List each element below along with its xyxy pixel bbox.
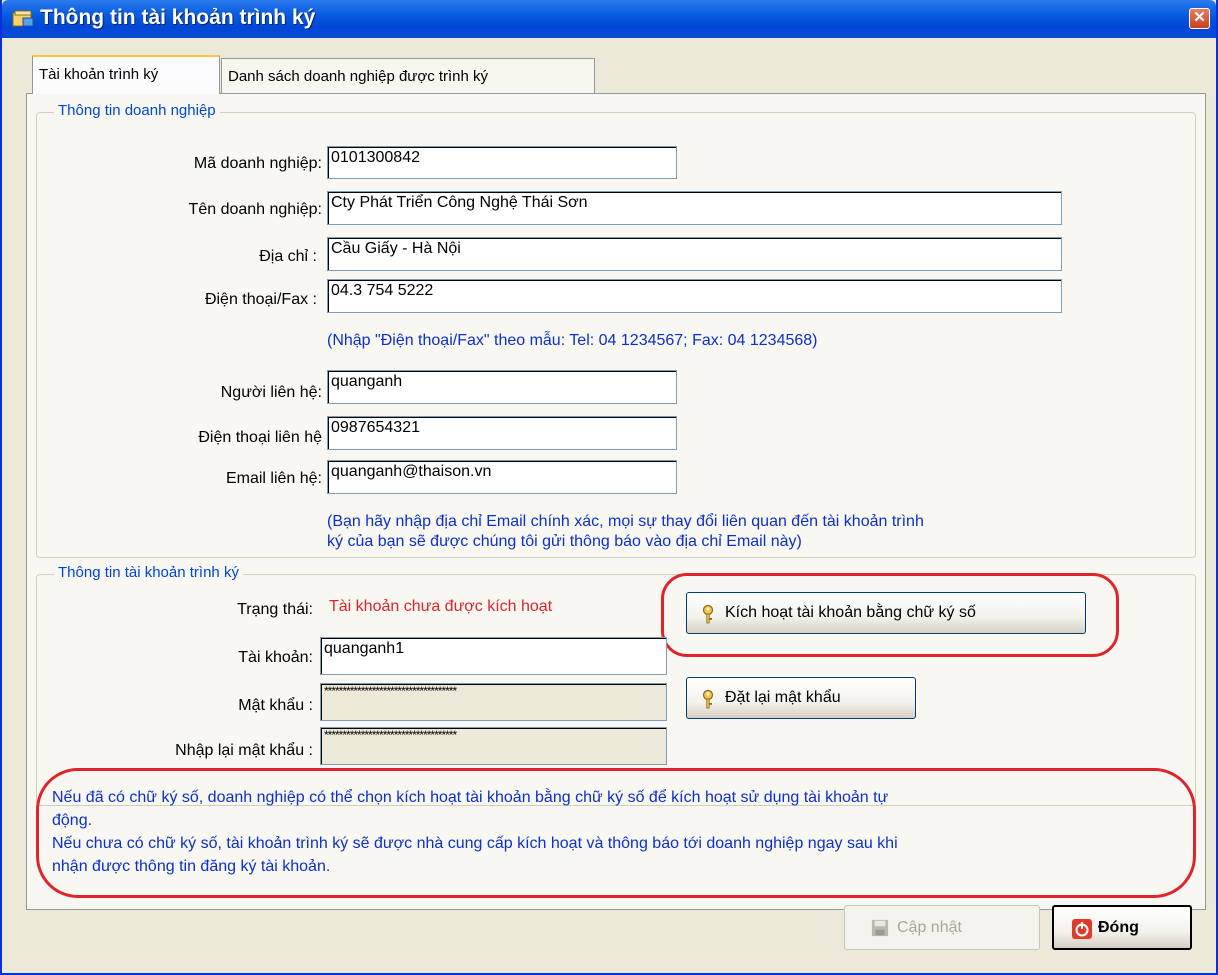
company-name-field[interactable]: Cty Phát Triển Công Nghệ Thái Sơn (327, 191, 1062, 225)
notice-line4: nhận được thông tin đăng ký tài khoản. (52, 858, 331, 875)
phone-fax-label: Điện thoại/Fax : (204, 291, 317, 308)
notice-line3: Nếu chưa có chữ ký số, tài khoản trình k… (52, 835, 898, 852)
window-icon (12, 10, 34, 27)
key-icon (702, 689, 714, 709)
confirm-password-field[interactable]: ************************************ (320, 727, 667, 765)
company-name-label: Tên doanh nghiệp: (188, 201, 322, 218)
username-label: Tài khoản: (238, 649, 313, 666)
update-button-label: Cập nhật (897, 919, 962, 936)
close-button[interactable]: Đóng (1052, 905, 1192, 950)
title-bar[interactable]: Thông tin tài khoản trình ký ✕ (2, 0, 1216, 38)
reset-password-label: Đặt lại mật khẩu (725, 689, 841, 706)
account-info-legend: Thông tin tài khoản trình ký (54, 564, 243, 581)
contact-phone-label: Điện thoại liên hệ (198, 429, 322, 446)
company-code-label: Mã doanh nghiệp: (193, 155, 322, 172)
contact-email-label: Email liên hệ: (225, 470, 322, 487)
company-info-legend: Thông tin doanh nghiệp (54, 102, 220, 119)
company-code-field[interactable]: 0101300842 (327, 146, 677, 179)
activate-button-label: Kích hoạt tài khoản bằng chữ ký số (725, 604, 976, 621)
address-label: Địa chỉ : (259, 248, 317, 265)
save-icon (871, 919, 889, 937)
key-icon (702, 604, 714, 624)
password-field[interactable]: ************************************ (320, 683, 667, 721)
phone-fax-field[interactable]: 04.3 754 5222 (327, 279, 1062, 313)
email-hint-line2: ký của bạn sẽ được chúng tôi gửi thông b… (327, 533, 802, 550)
status-label: Trạng thái: (237, 601, 313, 618)
status-value: Tài khoản chưa được kích hoạt (329, 598, 553, 615)
dialog-window: Thông tin tài khoản trình ký ✕ Tài khoản… (0, 0, 1218, 975)
tab-account[interactable]: Tài khoản trình ký (32, 55, 220, 94)
username-field[interactable]: quanganh1 (320, 637, 667, 675)
notice-line1: Nếu đã có chữ ký số, doanh nghiệp có thể… (52, 789, 889, 806)
notice-line2: động. (52, 812, 93, 829)
contact-email-field[interactable]: quanganh@thaison.vn (327, 460, 677, 494)
close-icon[interactable]: ✕ (1189, 8, 1210, 29)
close-button-label: Đóng (1098, 919, 1139, 936)
contact-phone-field[interactable]: 0987654321 (327, 416, 677, 450)
confirm-password-label: Nhập lại mật khẩu : (175, 742, 313, 759)
activate-with-signature-button[interactable]: Kích hoạt tài khoản bằng chữ ký số (686, 592, 1086, 634)
password-label: Mật khẩu : (238, 697, 313, 714)
contact-person-field[interactable]: quanganh (327, 370, 677, 404)
tab-company-list[interactable]: Danh sách doanh nghiệp được trình ký (221, 58, 595, 94)
contact-person-label: Người liên hệ: (220, 384, 322, 401)
reset-password-button[interactable]: Đặt lại mật khẩu (686, 677, 916, 719)
address-field[interactable]: Cầu Giấy - Hà Nội (327, 237, 1062, 271)
email-hint-line1: (Bạn hãy nhập địa chỉ Email chính xác, m… (327, 513, 924, 530)
phone-fax-hint: (Nhập "Điện thoại/Fax" theo mẫu: Tel: 04… (327, 332, 818, 349)
window-title: Thông tin tài khoản trình ký (40, 6, 316, 29)
power-icon (1072, 919, 1092, 939)
update-button[interactable]: Cập nhật (844, 905, 1040, 950)
